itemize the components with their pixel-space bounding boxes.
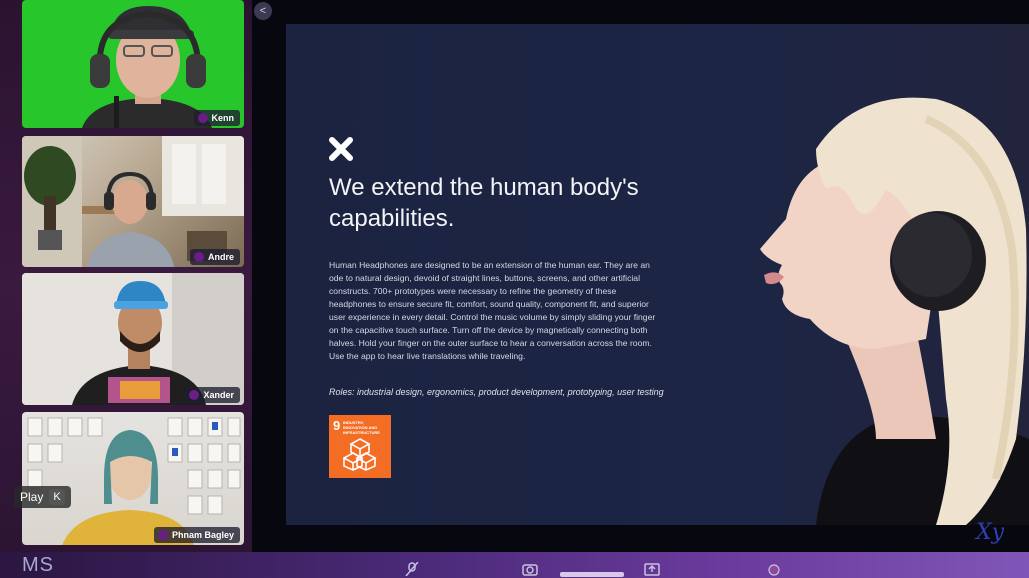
participant-name-tag: Phnam Bagley bbox=[153, 527, 240, 543]
bottom-control-bar: MS bbox=[0, 552, 1029, 578]
mic-off-icon[interactable] bbox=[404, 562, 420, 576]
cube-stack-icon bbox=[343, 438, 377, 471]
keyboard-shortcut-badge: K bbox=[49, 489, 65, 505]
participant-name-tag: Xander bbox=[185, 387, 240, 403]
brand-logo: Xy bbox=[976, 520, 1005, 545]
sdg-number: 9 bbox=[333, 418, 341, 433]
participant-tile-xander[interactable]: Xander bbox=[22, 273, 244, 405]
bottom-pill-indicator bbox=[560, 572, 624, 577]
mic-indicator-icon bbox=[197, 113, 208, 123]
sdg-label: INDUSTRY, INNOVATION AND INFRASTRUCTURE bbox=[343, 420, 380, 435]
mic-indicator-icon bbox=[193, 252, 204, 262]
slide-title: We extend the human body's capabilities. bbox=[329, 174, 639, 232]
collapse-sidebar-button[interactable]: < bbox=[254, 2, 272, 20]
participant-name: Phnam Bagley bbox=[171, 530, 234, 540]
mic-indicator-icon bbox=[189, 390, 200, 400]
camera-icon[interactable] bbox=[522, 562, 538, 576]
participant-video bbox=[22, 273, 244, 405]
slide-body-text: Human Headphones are designed to be an e… bbox=[329, 260, 656, 361]
participant-sidebar: Kenn Andre Xander Phnam Bagley Play K bbox=[0, 0, 252, 578]
presentation-slide: We extend the human body's capabilities.… bbox=[286, 24, 1029, 525]
sdg-badge: 9 INDUSTRY, INNOVATION AND INFRASTRUCTUR… bbox=[329, 415, 391, 478]
participant-name: Kenn bbox=[211, 113, 235, 123]
record-icon[interactable] bbox=[766, 562, 782, 576]
mic-indicator-icon bbox=[157, 530, 168, 540]
slide-roles-text: Roles: industrial design, ergonomics, pr… bbox=[329, 387, 664, 397]
participant-video bbox=[82, 6, 212, 128]
participant-name-tag: Kenn bbox=[193, 110, 240, 126]
play-label: Play bbox=[20, 490, 44, 504]
play-button[interactable]: Play K bbox=[14, 486, 71, 508]
participant-name-tag: Andre bbox=[189, 249, 240, 265]
participant-video bbox=[27, 417, 241, 545]
participant-tile-kenn[interactable]: Kenn bbox=[22, 0, 244, 128]
product-photo bbox=[760, 97, 1029, 525]
participant-video bbox=[22, 136, 244, 267]
participant-tile-phnam-bagley[interactable]: Phnam Bagley bbox=[22, 412, 244, 545]
participant-tile-andre[interactable]: Andre bbox=[22, 136, 244, 267]
participant-name: Andre bbox=[207, 252, 234, 262]
share-screen-icon[interactable] bbox=[644, 562, 660, 576]
x-mark-icon bbox=[329, 137, 353, 161]
bottom-left-branding: MS bbox=[22, 554, 54, 576]
participant-name: Xander bbox=[203, 390, 234, 400]
